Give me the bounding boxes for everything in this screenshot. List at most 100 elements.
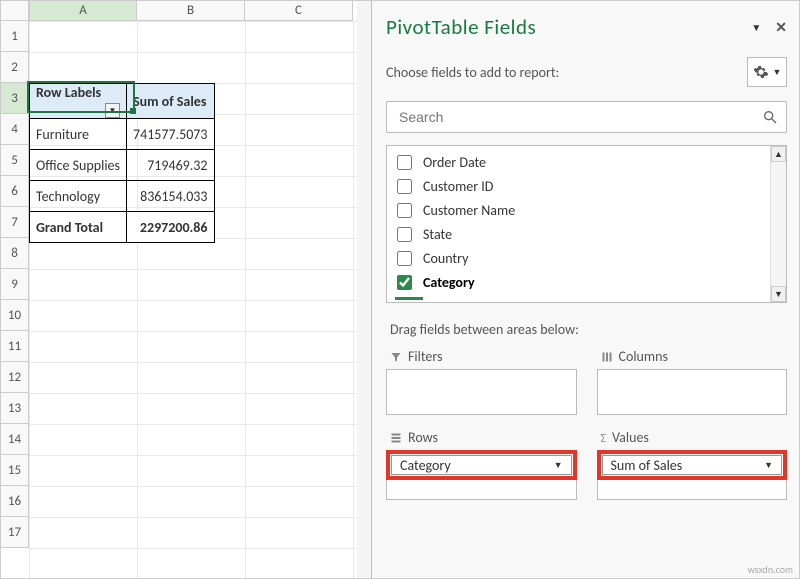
drag-areas-label: Drag fields between areas below: bbox=[390, 321, 787, 338]
values-field-label: Sum of Sales bbox=[611, 457, 683, 474]
select-all-corner[interactable] bbox=[1, 1, 29, 21]
filters-dropzone[interactable] bbox=[386, 369, 577, 415]
row-header-15[interactable]: 15 bbox=[1, 455, 29, 486]
rowlabels-filter-button[interactable]: ▼ bbox=[105, 103, 120, 118]
row-headers: 1234567891011121314151617 bbox=[1, 21, 29, 548]
field-item-order-date[interactable]: Order Date bbox=[393, 150, 770, 174]
filters-area[interactable]: Filters bbox=[386, 348, 577, 415]
spreadsheet-grid[interactable]: A B C 1234567891011121314151617 Row Labe… bbox=[1, 1, 371, 578]
rows-dropzone[interactable] bbox=[386, 480, 577, 500]
col-header-b[interactable]: B bbox=[137, 1, 245, 21]
pivottable-fields-pane: PivotTable Fields ▼ ✕ Choose fields to a… bbox=[371, 1, 799, 578]
columns-heading: Columns bbox=[619, 348, 668, 365]
row-header-10[interactable]: 10 bbox=[1, 300, 29, 331]
row-header-2[interactable]: 2 bbox=[1, 52, 29, 83]
field-checkbox[interactable] bbox=[397, 227, 412, 242]
columns-icon bbox=[601, 351, 613, 363]
pivot-row-label: Technology bbox=[30, 181, 127, 212]
row-header-16[interactable]: 16 bbox=[1, 486, 29, 517]
pivot-row-value: 741577.5073 bbox=[127, 119, 215, 150]
field-label: Category bbox=[423, 274, 475, 291]
search-icon bbox=[762, 109, 778, 125]
field-label: Customer Name bbox=[423, 202, 515, 219]
row-header-17[interactable]: 17 bbox=[1, 517, 29, 548]
row-header-1[interactable]: 1 bbox=[1, 21, 29, 52]
columns-area[interactable]: Columns bbox=[597, 348, 788, 415]
field-label: Country bbox=[423, 250, 468, 267]
col-header-a[interactable]: A bbox=[29, 1, 137, 21]
sigma-icon bbox=[601, 429, 607, 446]
field-list[interactable]: Order Date Customer ID Customer Name State C… bbox=[386, 145, 787, 303]
pivot-header-rowlabels[interactable]: Row Labels ▼ bbox=[30, 84, 127, 119]
row-header-3[interactable]: 3 bbox=[1, 83, 29, 114]
search-input[interactable] bbox=[397, 108, 762, 126]
pivot-data-row[interactable]: Technology836154.033 bbox=[30, 181, 215, 212]
field-search-box[interactable] bbox=[386, 101, 787, 133]
pivot-header-rowlabels-text: Row Labels bbox=[36, 84, 101, 101]
pivot-grand-total-row[interactable]: Grand Total 2297200.86 bbox=[30, 212, 215, 243]
scroll-down-icon[interactable]: ▼ bbox=[771, 286, 786, 302]
funnel-icon bbox=[390, 351, 402, 363]
field-label: Customer ID bbox=[423, 178, 493, 195]
close-icon[interactable]: ✕ bbox=[775, 19, 787, 36]
field-item-country[interactable]: Country bbox=[393, 246, 770, 270]
values-area[interactable]: Values Sum of Sales ▼ bbox=[597, 429, 788, 500]
pivot-row-label: Furniture bbox=[30, 119, 127, 150]
tools-button[interactable]: ▼ bbox=[747, 57, 787, 87]
row-header-13[interactable]: 13 bbox=[1, 393, 29, 424]
field-label: State bbox=[423, 226, 452, 243]
pivot-row-label: Office Supplies bbox=[30, 150, 127, 181]
row-header-7[interactable]: 7 bbox=[1, 207, 29, 238]
filters-heading: Filters bbox=[408, 348, 442, 365]
column-headers: A B C bbox=[29, 1, 353, 21]
grand-total-label: Grand Total bbox=[30, 212, 127, 243]
field-checkbox[interactable] bbox=[397, 155, 412, 170]
rows-field-item[interactable]: Category ▼ bbox=[391, 455, 572, 475]
field-item-customer-id[interactable]: Customer ID bbox=[393, 174, 770, 198]
pivot-header-values-text: Sum of Sales bbox=[133, 93, 206, 110]
vertical-scrollbar[interactable] bbox=[357, 1, 371, 578]
field-checkbox[interactable] bbox=[397, 275, 412, 290]
row-header-11[interactable]: 11 bbox=[1, 331, 29, 362]
pivot-row-value: 836154.033 bbox=[127, 181, 215, 212]
rows-heading: Rows bbox=[408, 429, 438, 446]
gear-icon bbox=[753, 64, 769, 80]
rows-area[interactable]: Rows Category ▼ bbox=[386, 429, 577, 500]
columns-dropzone[interactable] bbox=[597, 369, 788, 415]
field-item-state[interactable]: State bbox=[393, 222, 770, 246]
pane-menu-dropdown-icon[interactable]: ▼ bbox=[751, 21, 761, 34]
app-window: A B C 1234567891011121314151617 Row Labe… bbox=[0, 0, 800, 579]
areas-grid: Filters Columns Rows Category bbox=[386, 348, 787, 500]
values-highlighted-item: Sum of Sales ▼ bbox=[597, 450, 788, 480]
rows-highlighted-item: Category ▼ bbox=[386, 450, 577, 480]
field-checkbox[interactable] bbox=[397, 203, 412, 218]
values-dropzone[interactable] bbox=[597, 480, 788, 500]
col-header-c[interactable]: C bbox=[245, 1, 353, 21]
row-header-5[interactable]: 5 bbox=[1, 145, 29, 176]
values-field-item[interactable]: Sum of Sales ▼ bbox=[602, 455, 783, 475]
chevron-down-icon: ▼ bbox=[773, 67, 782, 78]
pivot-data-row[interactable]: Furniture741577.5073 bbox=[30, 119, 215, 150]
rows-icon bbox=[390, 432, 402, 444]
row-header-4[interactable]: 4 bbox=[1, 114, 29, 145]
row-header-12[interactable]: 12 bbox=[1, 362, 29, 393]
pane-title: PivotTable Fields bbox=[386, 14, 536, 40]
chevron-down-icon: ▼ bbox=[554, 460, 563, 471]
pane-header: PivotTable Fields ▼ ✕ bbox=[386, 3, 787, 51]
field-item-customer-name[interactable]: Customer Name bbox=[393, 198, 770, 222]
row-header-9[interactable]: 9 bbox=[1, 269, 29, 300]
field-checkbox[interactable] bbox=[397, 251, 412, 266]
field-item-category[interactable]: Category bbox=[393, 270, 770, 294]
grand-total-value: 2297200.86 bbox=[127, 212, 215, 243]
pivot-data-row[interactable]: Office Supplies719469.32 bbox=[30, 150, 215, 181]
row-header-8[interactable]: 8 bbox=[1, 238, 29, 269]
row-header-14[interactable]: 14 bbox=[1, 424, 29, 455]
pivot-header-values[interactable]: Sum of Sales bbox=[127, 84, 215, 119]
field-label: Order Date bbox=[423, 154, 486, 171]
scroll-up-icon[interactable]: ▲ bbox=[771, 146, 786, 162]
field-checkbox[interactable] bbox=[397, 179, 412, 194]
row-header-6[interactable]: 6 bbox=[1, 176, 29, 207]
fieldlist-scrollbar[interactable]: ▲ ▼ bbox=[770, 146, 786, 302]
pivot-table[interactable]: Row Labels ▼ Sum of Sales Furniture74157… bbox=[29, 83, 215, 243]
chevron-down-icon: ▼ bbox=[764, 460, 773, 471]
